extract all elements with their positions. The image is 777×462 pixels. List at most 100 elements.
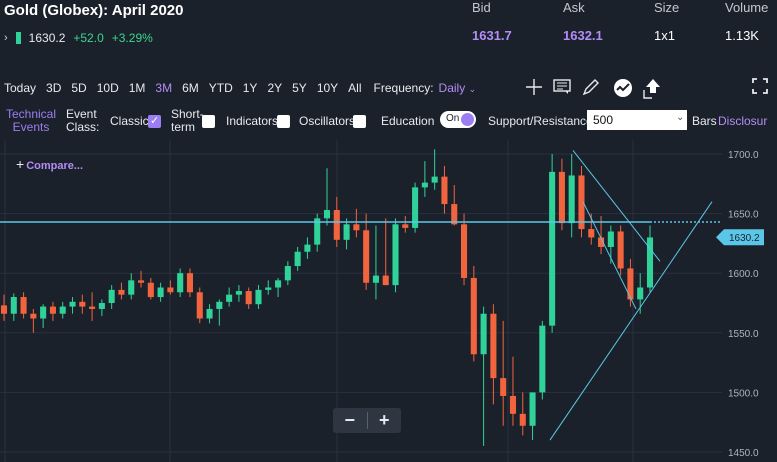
timeframe-3d[interactable]: 3D: [46, 81, 61, 95]
y-tick-label: 1600.0: [728, 269, 759, 280]
candle-body: [607, 231, 614, 247]
indicators-label: Indicators: [226, 114, 279, 128]
candle-body: [646, 237, 654, 288]
timeframe-today[interactable]: Today: [4, 81, 36, 95]
candle-body: [402, 224, 409, 228]
bars-label: Bars: [692, 114, 717, 128]
classic-checkbox[interactable]: [148, 114, 161, 128]
candle-body: [216, 301, 223, 309]
short-term-checkbox[interactable]: [202, 115, 215, 128]
oscillators-label: Oscillators: [299, 114, 356, 128]
ask-value: 1632.1: [563, 28, 603, 43]
comment-icon[interactable]: [553, 78, 571, 100]
candle-body: [588, 229, 595, 238]
size-stat: Size 1x1: [654, 0, 679, 43]
candle-body: [69, 301, 76, 307]
education-toggle[interactable]: On: [440, 111, 476, 128]
candle-body: [372, 275, 379, 283]
timeframe-ytd[interactable]: YTD: [209, 81, 233, 95]
zoom-in-button[interactable]: +: [367, 408, 401, 433]
size-label: Size: [654, 0, 680, 15]
candle-body: [79, 301, 86, 307]
candle-body: [137, 280, 145, 283]
page-title: Gold (Globex): April 2020: [4, 2, 184, 19]
timeframe-6m[interactable]: 6M: [182, 81, 199, 95]
candle-body: [539, 325, 546, 393]
candle-body: [98, 303, 105, 309]
technical-events-tab[interactable]: Technical Events: [4, 108, 58, 134]
support-resistance-input[interactable]: [587, 110, 687, 130]
candle-body: [323, 210, 331, 219]
candle-body: [206, 308, 213, 319]
candle-body: [460, 224, 468, 278]
toggle-state: On: [446, 113, 460, 124]
candle-body: [108, 289, 115, 303]
candle-body: [20, 297, 27, 314]
trend-line-support: [549, 201, 713, 441]
technical-events-icon[interactable]: [612, 78, 634, 102]
candle-body: [30, 313, 37, 319]
candle-body: [59, 306, 66, 314]
options-bar: Technical Events Event Class: Classic Sh…: [0, 106, 777, 138]
timeframe-10d[interactable]: 10D: [97, 81, 119, 95]
zoom-control: − +: [333, 408, 401, 433]
plus-icon: +: [16, 156, 25, 172]
candle-body: [157, 287, 164, 298]
timeframe-1m[interactable]: 1M: [129, 81, 146, 95]
fullscreen-icon[interactable]: [752, 78, 768, 98]
candle-body: [363, 230, 370, 283]
timeframe-3m[interactable]: 3M: [155, 81, 172, 95]
y-tick-label: 1450.0: [728, 448, 759, 459]
indicators-checkbox[interactable]: [277, 115, 290, 128]
timeframe-5y[interactable]: 5Y: [292, 81, 307, 95]
candle-body: [89, 306, 96, 309]
candle-body: [568, 175, 575, 224]
share-icon[interactable]: [641, 78, 665, 104]
crosshair-icon[interactable]: [525, 78, 543, 100]
candle-body: [617, 231, 624, 269]
disclosure-link[interactable]: Disclosur: [718, 115, 767, 128]
candle-body: [284, 266, 291, 281]
candle-body: [382, 275, 389, 286]
trend-line-lower: [582, 201, 637, 310]
candle-body: [128, 280, 135, 295]
zoom-out-button[interactable]: −: [333, 408, 367, 433]
candle-body: [490, 313, 497, 379]
bid-stat: Bid 1631.7: [472, 0, 512, 43]
chevron-down-icon[interactable]: ⌄: [676, 112, 684, 123]
timeframe-10y[interactable]: 10Y: [317, 81, 338, 95]
candle-body: [480, 313, 487, 355]
candle-body: [226, 294, 233, 302]
chevron-down-icon: ⌄: [468, 84, 477, 94]
last-price: 1630.2: [28, 31, 66, 45]
candle-body: [500, 378, 507, 396]
timeframe-5d[interactable]: 5D: [71, 81, 86, 95]
timeframe-1y[interactable]: 1Y: [243, 81, 258, 95]
y-tick-label: 1550.0: [728, 329, 759, 340]
chevron-right-icon[interactable]: ›: [4, 32, 8, 44]
education-label: Education: [381, 114, 435, 128]
candle-body: [118, 289, 125, 295]
compare-button[interactable]: + Compare...: [16, 156, 83, 172]
frequency-label: Frequency:: [373, 81, 434, 95]
candle-body: [147, 282, 154, 298]
timeframe-all[interactable]: All: [348, 81, 361, 95]
event-class-label: Event Class:: [66, 107, 100, 134]
frequency-value: Daily: [438, 81, 466, 95]
candle-body: [40, 306, 47, 319]
size-value: 1x1: [654, 28, 675, 43]
candle-body: [245, 291, 252, 305]
candle-body: [294, 251, 301, 267]
classic-label: Classic: [110, 114, 149, 128]
support-resistance-label: Support/Resistance: [488, 114, 593, 128]
candle-body: [333, 210, 340, 240]
candle-body: [431, 176, 438, 183]
last-price-label: 1630.2: [729, 233, 760, 244]
oscillators-checkbox[interactable]: [353, 115, 366, 128]
timeframe-2y[interactable]: 2Y: [267, 81, 282, 95]
candle-body: [627, 268, 634, 300]
short-term-label: Short-term: [171, 107, 204, 134]
pencil-icon[interactable]: [582, 78, 600, 100]
frequency-select[interactable]: Daily ⌄: [439, 81, 477, 95]
candle-body: [10, 297, 17, 314]
